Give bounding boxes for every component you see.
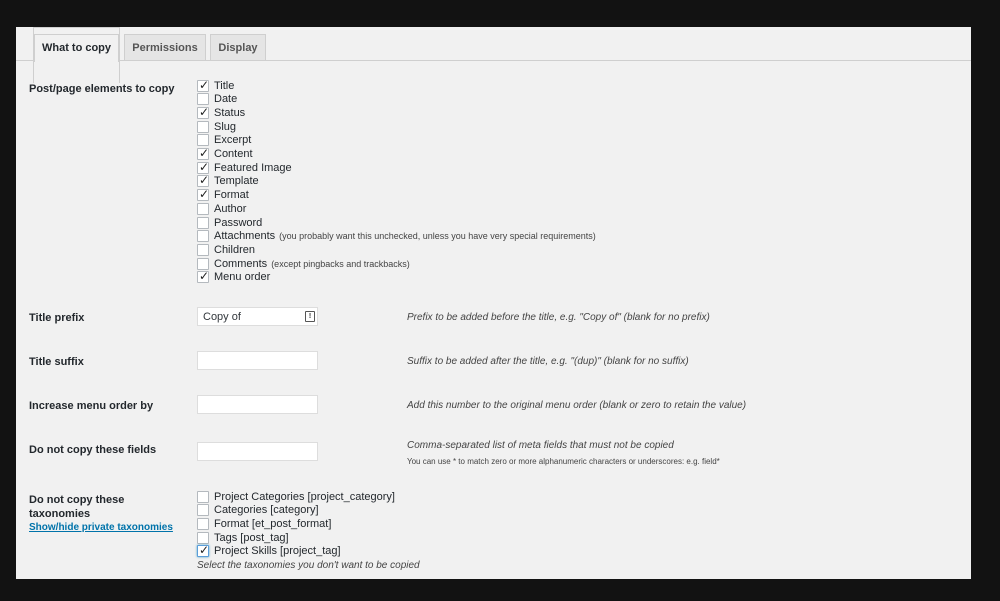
checkbox-label: Status — [214, 106, 246, 119]
checkbox-label: Excerpt — [214, 134, 252, 147]
checkbox-label: Attachments — [214, 230, 276, 243]
checkbox[interactable] — [197, 202, 209, 215]
taxonomies-label-line2: taxonomies — [29, 508, 91, 520]
checkbox-row[interactable]: Title — [197, 78, 238, 92]
tab-label: What to copy — [41, 42, 112, 54]
tab-label: Permissions — [132, 42, 198, 54]
checkbox[interactable] — [197, 78, 209, 92]
checkbox[interactable] — [197, 173, 209, 188]
menu-order-label: Increase menu order by — [29, 400, 154, 412]
tab-label: Display — [218, 42, 258, 54]
checkbox[interactable] — [197, 216, 209, 229]
checkbox[interactable] — [197, 504, 209, 517]
checkbox[interactable] — [197, 187, 209, 202]
checkbox-row[interactable]: Project Categories [project_category] — [197, 490, 395, 503]
elements-label: Post/page elements to copy — [29, 83, 175, 95]
checkbox-row[interactable]: Attachments (you probably want this unche… — [197, 230, 596, 243]
exclude-fields-label: Do not copy these fields — [29, 444, 157, 456]
checkbox-row[interactable]: Content — [197, 146, 257, 161]
checkbox[interactable] — [197, 120, 209, 133]
checkbox[interactable] — [197, 146, 209, 160]
checkbox[interactable] — [197, 257, 209, 270]
title-prefix-label: Title prefix — [29, 312, 85, 324]
checkbox-note: (you probably want this unchecked, unles… — [279, 231, 596, 242]
checkbox[interactable] — [197, 243, 209, 256]
checkbox-row[interactable]: Format [et_post_format] — [197, 517, 331, 530]
checkbox-label: Format — [214, 189, 249, 202]
checkbox-note: (except pingbacks and trackbacks) — [271, 258, 410, 269]
checkbox[interactable] — [197, 105, 209, 119]
checkbox-label: Menu order — [214, 271, 271, 284]
checkbox-label: Children — [214, 243, 255, 256]
checkbox-label: Featured Image — [214, 161, 292, 174]
checkbox-row[interactable]: Password — [197, 216, 266, 229]
checkbox-label: Template — [214, 175, 259, 188]
checkbox-label: Slug — [214, 120, 237, 133]
checkbox-label: Format [et_post_format] — [214, 517, 332, 530]
checkbox[interactable] — [197, 160, 209, 174]
tab-what-to-copy-active[interactable]: What to copy — [34, 34, 119, 62]
exclude-fields-description: Comma-separated list of meta fields that… — [407, 440, 674, 451]
checkbox-row[interactable]: Tags [post_tag] — [197, 531, 289, 544]
checkbox-row[interactable]: Author — [197, 202, 250, 215]
checkbox-row[interactable]: Children — [197, 243, 259, 256]
tab-permissions[interactable]: Permissions — [124, 34, 206, 60]
checkbox[interactable] — [197, 230, 209, 243]
exclude-fields-hint: You can use * to match zero or more alph… — [407, 457, 720, 466]
checkbox-label: Author — [214, 202, 247, 215]
tab-divider — [120, 60, 971, 61]
checkbox-row[interactable]: Excerpt — [197, 134, 255, 147]
checkbox-label: Password — [214, 216, 263, 229]
menu-order-description: Add this number to the original menu ord… — [407, 400, 747, 411]
checkbox[interactable] — [197, 543, 209, 558]
checkbox-row[interactable]: Template — [197, 173, 263, 188]
taxonomies-label-line1: Do not copy these — [29, 494, 125, 506]
title-prefix-description: Prefix to be added before the title, e.g… — [407, 312, 710, 323]
title-prefix-input[interactable] — [197, 307, 318, 326]
checkbox-label: Comments — [214, 257, 268, 270]
checkbox-label: Content — [214, 148, 253, 160]
checkbox[interactable] — [197, 269, 209, 284]
checkbox-row[interactable]: Menu order — [197, 269, 274, 284]
settings-panel: What to copy Permissions Display What to… — [16, 27, 971, 579]
checkbox-row[interactable]: Comments (except pingbacks and trackbacks… — [197, 257, 410, 270]
checkbox[interactable] — [197, 531, 209, 544]
checkbox-row[interactable]: Format — [197, 187, 253, 202]
taxonomies-help: Select the taxonomies you don't want to … — [197, 560, 420, 571]
checkbox-row[interactable]: Slug — [197, 120, 240, 133]
checkbox-row[interactable]: Project Skills [project_tag] — [197, 543, 341, 558]
exclude-fields-input[interactable] — [197, 442, 318, 461]
checkbox[interactable] — [197, 93, 209, 106]
checkbox[interactable] — [197, 517, 209, 530]
checkbox-label: Project Categories [project_category] — [214, 490, 395, 503]
tab-display[interactable]: Display — [210, 34, 266, 60]
checkbox-row[interactable]: Status — [197, 105, 249, 119]
title-suffix-description: Suffix to be added after the title, e.g.… — [407, 356, 689, 367]
checkbox-row[interactable]: Featured Image — [197, 160, 296, 174]
show-hide-private-taxonomies-link[interactable]: Show/hide private taxonomies — [29, 522, 173, 533]
checkbox-row[interactable]: Categories [category] — [197, 504, 319, 517]
title-suffix-input[interactable] — [197, 351, 318, 370]
checkbox-label: Categories [category] — [214, 504, 319, 517]
checkbox-label: Date — [214, 93, 238, 106]
checkbox[interactable] — [197, 134, 209, 147]
title-suffix-label: Title suffix — [29, 356, 84, 368]
checkbox-label: Title — [214, 79, 235, 92]
checkbox-label: Project Skills [project_tag] — [214, 545, 341, 558]
checkbox-row[interactable]: Date — [197, 93, 241, 106]
checkbox[interactable] — [197, 490, 209, 503]
key-icon[interactable]: ! — [305, 311, 315, 322]
checkbox-label: Tags [post_tag] — [214, 531, 289, 544]
tab-divider — [16, 60, 33, 61]
menu-order-input[interactable] — [197, 395, 318, 414]
